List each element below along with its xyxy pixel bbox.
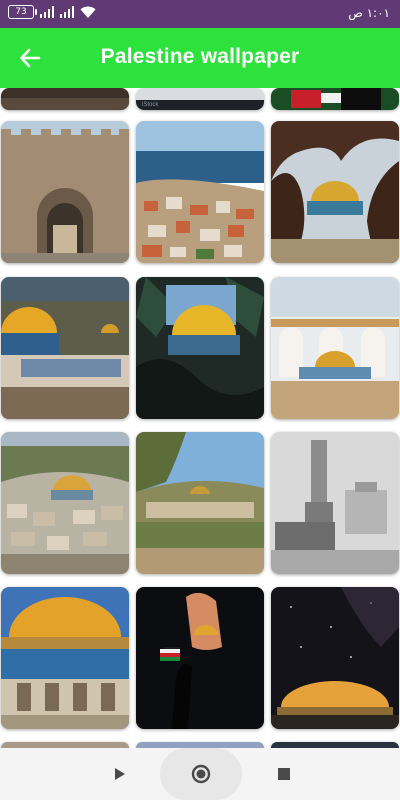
app-bar: Palestine wallpaper (0, 28, 400, 88)
wallpaper-image: iStock (136, 88, 264, 110)
nav-home-button[interactable] (160, 748, 242, 800)
wallpaper-image (271, 587, 399, 729)
wallpaper-image (1, 277, 129, 419)
signal-icon-2 (60, 6, 74, 18)
wallpaper-image (136, 432, 264, 574)
wallpaper-tile[interactable] (1, 432, 129, 574)
wallpaper-image (1, 432, 129, 574)
nav-back-button[interactable] (108, 758, 132, 790)
wallpaper-tile[interactable] (271, 587, 399, 729)
wallpaper-tile[interactable] (136, 121, 264, 263)
wallpaper-tile[interactable] (1, 88, 129, 110)
wallpaper-tile[interactable]: iStock (136, 88, 264, 110)
signal-icon (40, 6, 54, 18)
wallpaper-tile[interactable] (271, 277, 399, 419)
nav-recents-button[interactable] (272, 758, 296, 790)
battery-level: 73 (15, 7, 27, 17)
wallpaper-tile[interactable] (1, 121, 129, 263)
wallpaper-tile[interactable] (271, 432, 399, 574)
wallpaper-tile[interactable] (136, 432, 264, 574)
status-bar: 73 ١:٠١ ص (0, 0, 400, 28)
wallpaper-image (271, 277, 399, 419)
wallpaper-image (1, 88, 129, 110)
wallpaper-image (136, 587, 264, 729)
svg-text:iStock: iStock (142, 102, 159, 108)
wallpaper-tile[interactable] (1, 587, 129, 729)
navigation-bar (0, 748, 400, 800)
wallpaper-tile[interactable] (136, 587, 264, 729)
wallpaper-image (136, 277, 264, 419)
battery-icon: 73 (8, 5, 37, 19)
wallpaper-image (271, 432, 399, 574)
wallpaper-tile[interactable] (136, 277, 264, 419)
status-time: ١:٠١ ص (348, 6, 390, 20)
page-title: Palestine wallpaper (100, 45, 300, 68)
wallpaper-image (136, 121, 264, 263)
wallpaper-tile[interactable] (1, 277, 129, 419)
wallpaper-tile[interactable] (271, 121, 399, 263)
wallpaper-tile[interactable] (271, 88, 399, 110)
triangle-back-icon (115, 768, 125, 780)
status-icons: 73 (8, 5, 96, 19)
wallpaper-image (1, 587, 129, 729)
square-recents-icon (278, 768, 290, 780)
wallpaper-grid: iStock (0, 88, 400, 748)
wallpaper-image (271, 88, 399, 110)
circle-home-icon (191, 764, 211, 784)
wallpaper-image (1, 121, 129, 263)
wifi-icon (80, 6, 96, 18)
wallpaper-image (271, 121, 399, 263)
